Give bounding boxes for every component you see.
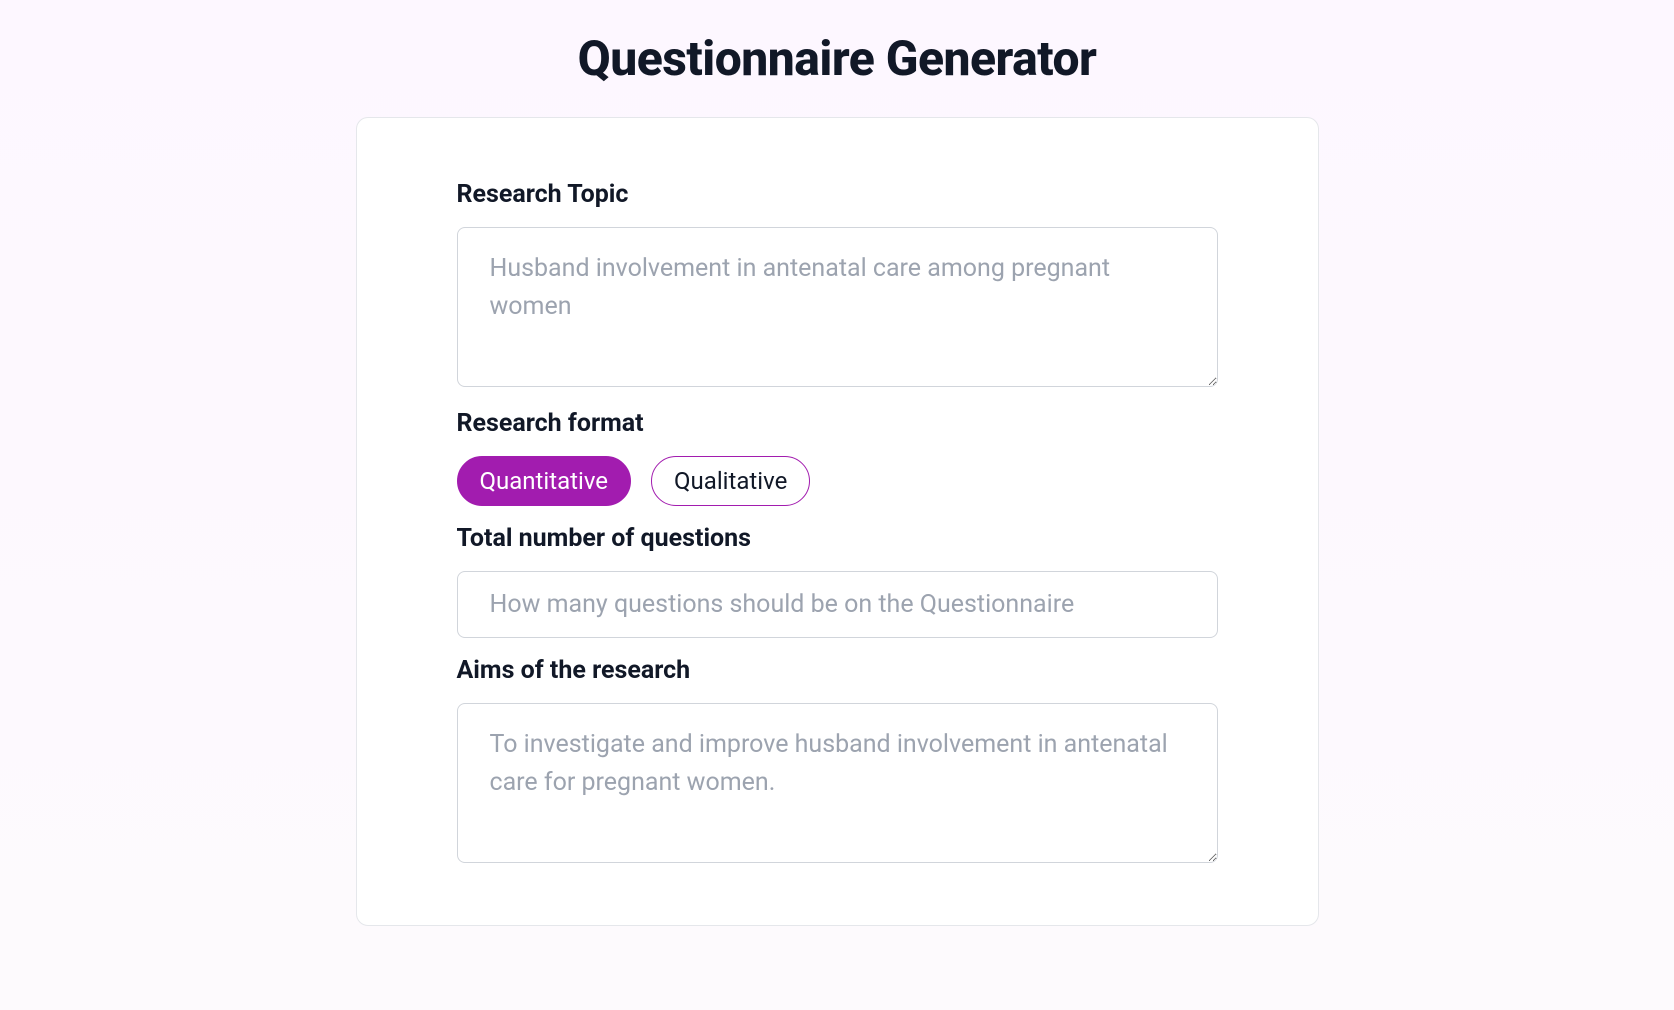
- research-topic-group: Research Topic: [457, 180, 1218, 391]
- research-topic-input[interactable]: [457, 227, 1218, 387]
- research-format-group: Research format Quantitative Qualitative: [457, 409, 1218, 506]
- form-card: Research Topic Research format Quantitat…: [356, 117, 1319, 926]
- format-options: Quantitative Qualitative: [457, 456, 1218, 506]
- total-questions-group: Total number of questions: [457, 524, 1218, 638]
- aims-group: Aims of the research: [457, 656, 1218, 867]
- quantitative-button[interactable]: Quantitative: [457, 456, 632, 506]
- aims-label: Aims of the research: [457, 656, 1218, 685]
- aims-input[interactable]: [457, 703, 1218, 863]
- page-title: Questionnaire Generator: [0, 0, 1674, 117]
- total-questions-label: Total number of questions: [457, 524, 1218, 553]
- total-questions-input[interactable]: [457, 571, 1218, 638]
- qualitative-button[interactable]: Qualitative: [651, 456, 810, 506]
- research-format-label: Research format: [457, 409, 1218, 438]
- research-topic-label: Research Topic: [457, 180, 1218, 209]
